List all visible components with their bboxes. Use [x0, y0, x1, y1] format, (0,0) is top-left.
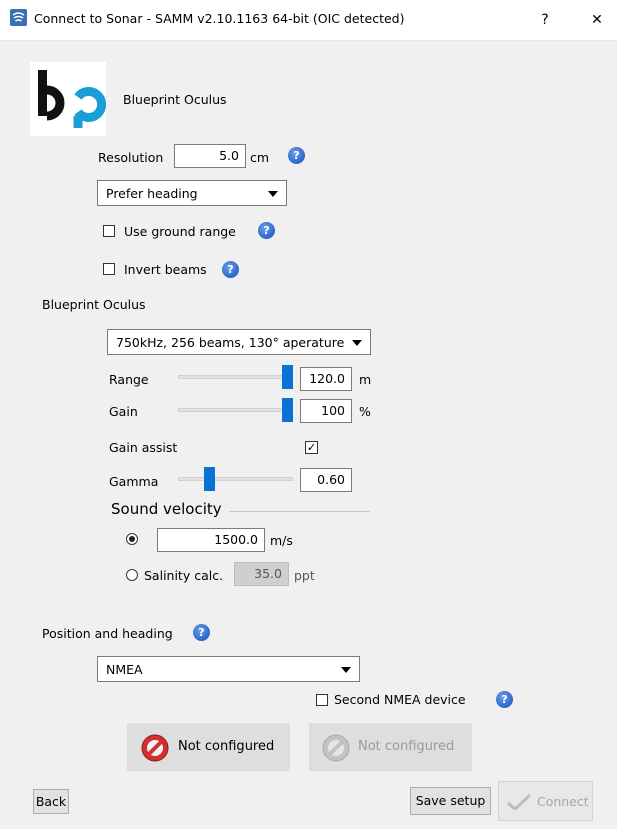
- gain-assist-checkbox[interactable]: ✓: [305, 441, 318, 454]
- fixed-velocity-radio[interactable]: [126, 533, 138, 545]
- sound-velocity-divider: [229, 511, 370, 512]
- sound-velocity-unit: m/s: [270, 533, 293, 548]
- chevron-down-icon: [341, 667, 351, 673]
- gain-input[interactable]: 100: [300, 399, 352, 423]
- sound-velocity-input[interactable]: 1500.0: [157, 528, 265, 552]
- checkmark-icon: [507, 794, 532, 810]
- chevron-down-icon: [268, 191, 278, 197]
- gamma-input[interactable]: 0.60: [300, 468, 352, 492]
- position-source-value: NMEA: [106, 662, 143, 677]
- back-button[interactable]: Back: [33, 789, 69, 814]
- range-slider-thumb[interactable]: [282, 365, 293, 389]
- connect-label: Connect: [537, 794, 589, 809]
- connect-button: Connect: [498, 781, 593, 821]
- range-input[interactable]: 120.0: [300, 367, 352, 391]
- resolution-unit: cm: [250, 150, 270, 165]
- use-ground-range-label[interactable]: Use ground range: [124, 224, 236, 239]
- gamma-slider-thumb[interactable]: [204, 467, 215, 491]
- device-logo: [30, 62, 107, 136]
- ground-range-help-icon[interactable]: ?: [258, 222, 275, 239]
- nmea-primary-status-label: Not configured: [178, 739, 275, 754]
- save-setup-button[interactable]: Save setup: [410, 787, 491, 815]
- frequency-select[interactable]: 750kHz, 256 beams, 130° aperature: [107, 329, 371, 355]
- gain-assist-label: Gain assist: [109, 440, 178, 455]
- gamma-slider-track[interactable]: [178, 477, 293, 481]
- position-source-select[interactable]: NMEA: [97, 656, 360, 682]
- resolution-label: Resolution: [98, 150, 164, 165]
- sound-velocity-title: Sound velocity: [111, 500, 222, 518]
- gain-label: Gain: [109, 404, 138, 419]
- gain-unit: %: [359, 404, 371, 419]
- range-label: Range: [109, 372, 149, 387]
- close-button[interactable]: ✕: [580, 6, 614, 34]
- salinity-input: 35.0: [234, 562, 289, 586]
- range-unit: m: [359, 372, 372, 387]
- invert-beams-label[interactable]: Invert beams: [124, 262, 207, 277]
- nmea-secondary-status-button: Not configured: [309, 723, 472, 771]
- resolution-input[interactable]: 5.0: [174, 144, 246, 168]
- position-heading-title: Position and heading: [42, 626, 173, 641]
- use-ground-range-checkbox[interactable]: [103, 225, 115, 237]
- sonar-section-title: Blueprint Oculus: [42, 297, 146, 312]
- salinity-unit: ppt: [294, 568, 315, 583]
- app-icon: [10, 9, 27, 26]
- range-slider-track[interactable]: [178, 375, 293, 379]
- device-name: Blueprint Oculus: [123, 92, 227, 107]
- second-nmea-checkbox[interactable]: [316, 694, 328, 706]
- second-nmea-help-icon[interactable]: ?: [496, 691, 513, 708]
- orientation-mode-value: Prefer heading: [106, 186, 198, 201]
- orientation-mode-select[interactable]: Prefer heading: [97, 180, 287, 206]
- prohibited-icon: [322, 734, 350, 762]
- salinity-label[interactable]: Salinity calc.: [144, 568, 223, 583]
- frequency-value: 750kHz, 256 beams, 130° aperature: [116, 335, 345, 350]
- invert-beams-checkbox[interactable]: [103, 263, 115, 275]
- salinity-radio[interactable]: [126, 569, 138, 581]
- gain-slider-track[interactable]: [178, 408, 293, 412]
- position-heading-help-icon[interactable]: ?: [193, 624, 210, 641]
- resolution-help-icon[interactable]: ?: [288, 147, 305, 164]
- blueprint-logo-icon: [38, 70, 107, 128]
- invert-beams-help-icon[interactable]: ?: [222, 261, 239, 278]
- gamma-label: Gamma: [109, 474, 159, 489]
- window-title: Connect to Sonar - SAMM v2.10.1163 64-bi…: [34, 11, 405, 26]
- second-nmea-label[interactable]: Second NMEA device: [334, 692, 466, 707]
- help-title-button[interactable]: ?: [528, 6, 562, 34]
- nmea-secondary-status-label: Not configured: [358, 739, 455, 754]
- prohibited-icon: [141, 734, 169, 762]
- chevron-down-icon: [352, 340, 362, 346]
- nmea-primary-status-button[interactable]: Not configured: [127, 723, 290, 771]
- gain-slider-thumb[interactable]: [282, 398, 293, 422]
